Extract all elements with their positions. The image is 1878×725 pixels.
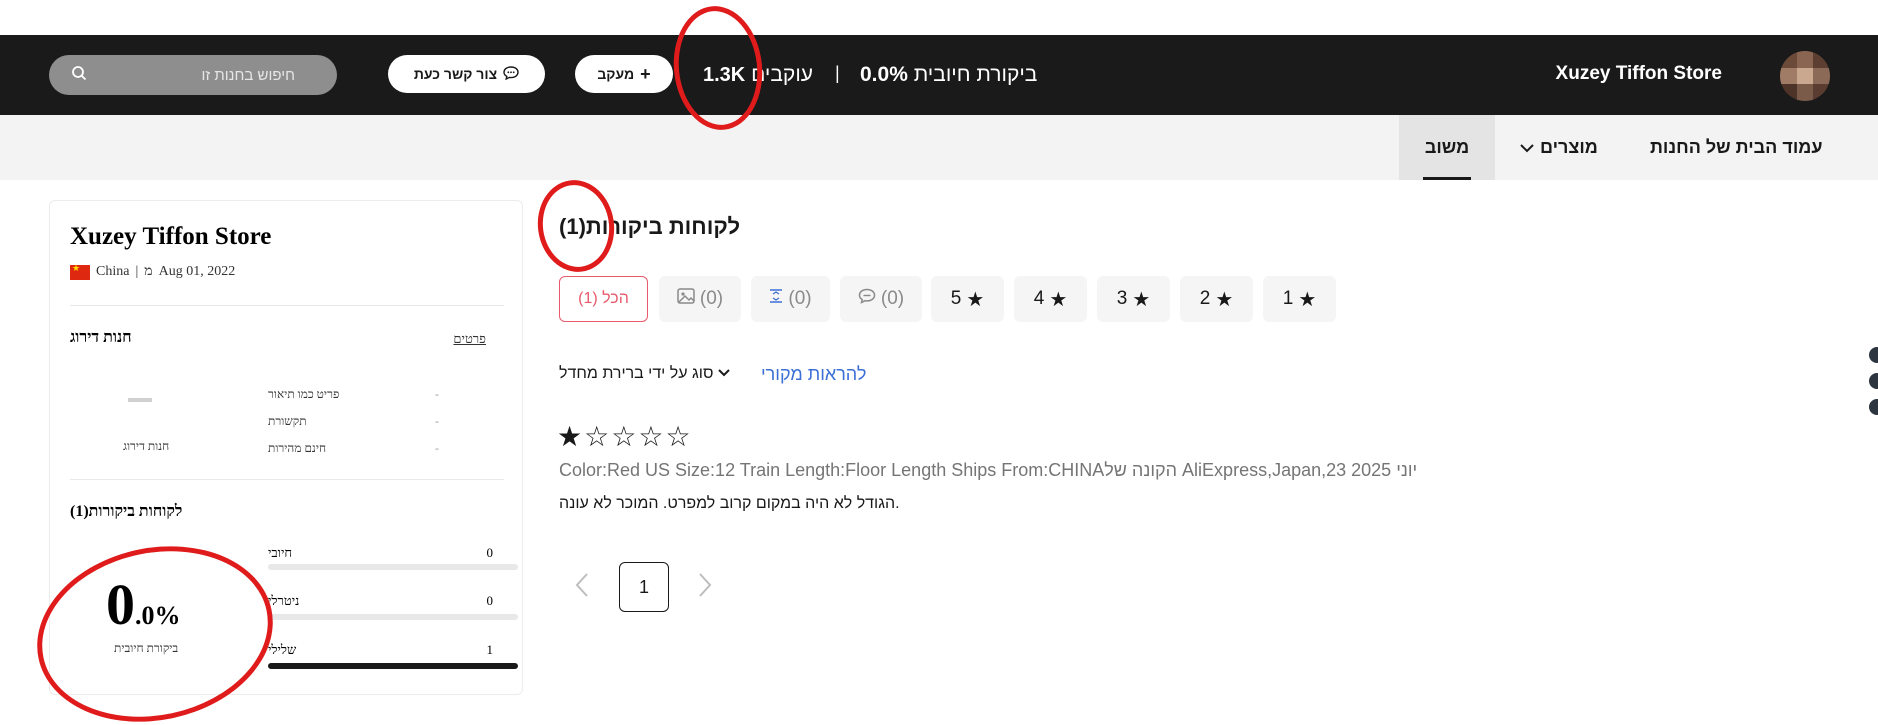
store-header: Xuzey Tiffon Store 0.0% ביקורת חיובית | … bbox=[0, 35, 1878, 115]
star-icon: ★ bbox=[1215, 288, 1234, 311]
filter-all[interactable]: הכל (1) bbox=[559, 276, 648, 322]
star-count-2: 2 bbox=[1199, 288, 1211, 309]
nav-products-label: מוצרים bbox=[1540, 137, 1598, 157]
divider bbox=[70, 479, 504, 480]
filter-additional[interactable]: (0) bbox=[751, 276, 830, 322]
dot bbox=[1869, 399, 1878, 415]
pager-next-icon[interactable] bbox=[697, 572, 713, 606]
sort-dropdown[interactable]: סוג על ידי ברירת מחדל bbox=[559, 365, 731, 383]
chat-icon bbox=[503, 65, 519, 83]
negative-bar bbox=[268, 663, 518, 669]
nav-feedback[interactable]: משוב bbox=[1399, 115, 1495, 180]
photos-count: (0) bbox=[699, 288, 724, 309]
comment-icon bbox=[858, 288, 876, 310]
dsr-value: - bbox=[435, 441, 439, 455]
chevron-down-icon bbox=[1520, 137, 1534, 158]
neutral-label: ניטרלי bbox=[268, 593, 300, 608]
since-prefix: מ bbox=[144, 264, 153, 279]
positive-label: חיובי bbox=[268, 545, 293, 560]
store-meta: China | מ Aug 01, 2022 bbox=[70, 263, 236, 280]
dot bbox=[1869, 347, 1878, 363]
meta-separator: | bbox=[135, 264, 139, 279]
contact-label: צור קשר כעת bbox=[413, 66, 498, 82]
star-empty-icon: ☆ bbox=[584, 421, 612, 452]
store-search[interactable] bbox=[49, 55, 337, 95]
star-icon: ★ bbox=[1049, 288, 1068, 311]
search-icon[interactable] bbox=[71, 65, 87, 86]
filter-3-stars[interactable]: 3 ★ bbox=[1097, 276, 1170, 322]
nav-products[interactable]: מוצרים bbox=[1520, 115, 1598, 180]
dot bbox=[1869, 373, 1878, 389]
filter-4-stars[interactable]: 4 ★ bbox=[1014, 276, 1087, 322]
sort-label: סוג על ידי ברירת מחדל bbox=[559, 365, 714, 382]
china-flag-icon bbox=[70, 263, 90, 280]
pager-page-current[interactable]: 1 bbox=[619, 562, 669, 612]
filter-5-stars[interactable]: 5 ★ bbox=[931, 276, 1004, 322]
dsr-communication: תקשורת bbox=[268, 414, 307, 428]
review-meta: Color:Red US Size:12 Train Length:Floor … bbox=[559, 460, 1418, 480]
header-separator: | bbox=[835, 63, 840, 83]
positive-rating-value: 0.0% bbox=[860, 63, 908, 86]
store-rating-label: חנות דירוג bbox=[123, 439, 170, 453]
dsr-value: - bbox=[435, 414, 439, 428]
store-rating-placeholder bbox=[128, 398, 152, 402]
star-count-1: 1 bbox=[1282, 288, 1294, 309]
star-count-5: 5 bbox=[950, 288, 962, 309]
star-filled-icon: ★ bbox=[557, 421, 585, 452]
review-star-rating: ★☆☆☆☆ bbox=[557, 420, 693, 453]
star-empty-icon: ☆ bbox=[665, 421, 693, 452]
details-link[interactable]: פרטים bbox=[453, 331, 486, 347]
filter-2-stars[interactable]: 2 ★ bbox=[1180, 276, 1253, 322]
pager-prev-icon[interactable] bbox=[574, 572, 590, 606]
follow-label: מעקב bbox=[597, 66, 635, 82]
store-avatar[interactable] bbox=[1780, 51, 1830, 101]
star-icon: ★ bbox=[1132, 288, 1151, 311]
store-open-date: Aug 01, 2022 bbox=[158, 264, 236, 279]
positive-bar bbox=[268, 564, 518, 570]
store-country: China bbox=[96, 264, 130, 279]
store-rating-title: חנות דירוג bbox=[70, 329, 132, 346]
filter-comments[interactable]: (0) bbox=[840, 276, 922, 322]
page: Xuzey Tiffon Store 0.0% ביקורת חיובית | … bbox=[0, 0, 1878, 725]
additional-count: (0) bbox=[788, 288, 812, 309]
chevron-down-icon bbox=[717, 365, 731, 383]
neutral-bar bbox=[268, 614, 518, 620]
annotation-circle bbox=[531, 175, 621, 277]
positive-rating: 0.0% ביקורת חיובית bbox=[860, 63, 1037, 87]
filter-1-star[interactable]: 1 ★ bbox=[1263, 276, 1336, 322]
filter-photos[interactable]: (0) bbox=[659, 276, 741, 322]
nav-store-home[interactable]: עמוד הבית של החנות bbox=[1650, 115, 1822, 180]
contact-now-button[interactable]: צור קשר כעת bbox=[388, 55, 545, 93]
review-text: הגודל לא היה במקום קרוב למפרט. המוכר לא … bbox=[559, 495, 900, 512]
negative-count: 1 bbox=[486, 642, 494, 657]
feedback-summary-title: לקוחות ביקורות(1) bbox=[70, 503, 183, 520]
dsr-value: - bbox=[435, 387, 439, 401]
divider bbox=[70, 305, 504, 306]
negative-label: שלילי bbox=[268, 642, 297, 657]
store-title: Xuzey Tiffon Store bbox=[70, 223, 272, 250]
star-count-3: 3 bbox=[1116, 288, 1128, 309]
store-name[interactable]: Xuzey Tiffon Store bbox=[1556, 63, 1722, 85]
comments-count: (0) bbox=[880, 288, 905, 309]
side-floating-tools[interactable] bbox=[1869, 347, 1878, 425]
show-original-link[interactable]: להראות מקורי bbox=[761, 364, 866, 385]
bar-fill bbox=[268, 663, 518, 669]
dsr-shipping-speed: חינם מהירות bbox=[268, 441, 327, 455]
expand-icon bbox=[769, 288, 783, 310]
star-icon: ★ bbox=[966, 288, 985, 311]
star-count-4: 4 bbox=[1033, 288, 1045, 309]
neutral-count: 0 bbox=[486, 593, 494, 608]
image-icon bbox=[677, 288, 695, 310]
follow-button[interactable]: מעקב + bbox=[575, 55, 673, 93]
search-input[interactable] bbox=[95, 66, 295, 84]
plus-icon: + bbox=[640, 63, 651, 84]
star-empty-icon: ☆ bbox=[611, 421, 639, 452]
positive-rating-label: ביקורת חיובית bbox=[913, 63, 1038, 86]
dsr-item-description: פריט כמו תיאור bbox=[268, 387, 340, 401]
positive-count: 0 bbox=[486, 545, 494, 560]
store-nav: עמוד הבית של החנות מוצרים משוב bbox=[0, 115, 1878, 180]
star-empty-icon: ☆ bbox=[638, 421, 666, 452]
star-icon: ★ bbox=[1298, 288, 1317, 311]
